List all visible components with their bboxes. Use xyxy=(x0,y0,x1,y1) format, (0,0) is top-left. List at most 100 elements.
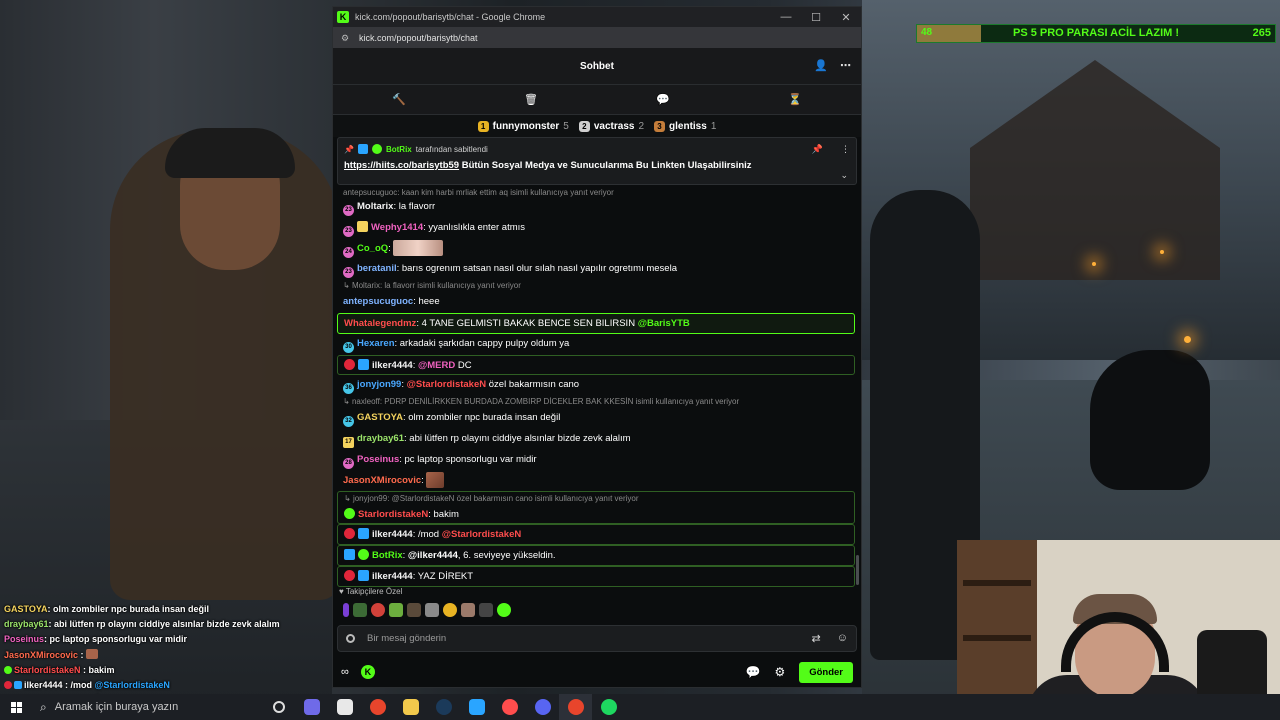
chat-message[interactable]: ilker4444: YAZ DİREKT xyxy=(337,565,855,587)
chrome-icon[interactable] xyxy=(361,694,394,720)
taskbar-search-placeholder[interactable]: Aramak için buraya yazın xyxy=(55,701,179,713)
chat-message[interactable]: BotRix: @ilker4444, 6. seviyeye yükseldi… xyxy=(337,545,855,566)
chat-username[interactable]: ilker4444 xyxy=(372,571,413,582)
chat-mention[interactable]: @MERD xyxy=(418,360,455,371)
chat-mention[interactable]: @BarisYTB xyxy=(638,318,690,329)
hourglass-icon[interactable]: ⏳ xyxy=(788,93,802,106)
maximize-icon[interactable]: ☐ xyxy=(801,11,831,24)
emote-icon[interactable] xyxy=(443,603,457,617)
message-input-placeholder[interactable]: Bir mesaj gönderin xyxy=(367,633,446,644)
discord-icon[interactable] xyxy=(526,694,559,720)
chat-username[interactable]: ilker4444 xyxy=(372,529,413,540)
chat-username[interactable]: Poseinus xyxy=(357,454,399,465)
ban-hammer-icon[interactable]: 🔨 xyxy=(392,93,406,106)
app-icon[interactable] xyxy=(460,694,493,720)
chat-popup-window[interactable]: K kick.com/popout/barisytb/chat - Google… xyxy=(332,6,862,688)
chat-message[interactable]: 23 Moltarix: la flavorr xyxy=(337,197,855,218)
chat-scrollbar[interactable] xyxy=(856,555,859,585)
chat-message[interactable]: antepsucuguoc: heee xyxy=(337,292,855,313)
chat-message-reply-group[interactable]: ↳ jonyjon99: @StarlordistakeN özel bakar… xyxy=(337,491,855,525)
chat-username[interactable]: GASTOYA xyxy=(357,412,403,423)
chat-message[interactable]: ilker4444: @MERD DC xyxy=(337,354,855,376)
chat-message[interactable]: 23 beratanil: barıs ogrenım satsan nasıl … xyxy=(337,259,855,280)
emoji-icon[interactable]: ☺ xyxy=(837,632,848,645)
gear-icon[interactable]: ⚙ xyxy=(774,665,785,679)
chat-username[interactable]: StarlordistakeN xyxy=(358,509,428,520)
leader-name[interactable]: vactrass xyxy=(594,121,635,132)
emote-icon[interactable] xyxy=(343,603,349,617)
leaderboard-entry[interactable]: 1 funnymonster 5 xyxy=(477,120,569,132)
chat-username[interactable]: antepsucuguoc xyxy=(343,296,413,307)
leader-name[interactable]: glentiss xyxy=(669,121,707,132)
pinned-message[interactable]: 📌 BotRix tarafından sabitlendi 📌 ⋮ https… xyxy=(337,137,857,185)
chat-message[interactable]: 30 Hexaren: arkadaki şarkıdan cappy pulpy… xyxy=(337,334,855,355)
window-titlebar[interactable]: K kick.com/popout/barisytb/chat - Google… xyxy=(333,7,861,27)
chat-message[interactable]: 28 Poseinus: pc laptop sponsorlugu var mi… xyxy=(337,450,855,471)
address-bar[interactable]: ⚙ kick.com/popout/barisytb/chat xyxy=(333,27,861,48)
emote-icon[interactable] xyxy=(371,603,385,617)
emote-icon[interactable] xyxy=(353,603,367,617)
emote-icon[interactable] xyxy=(407,603,421,617)
file-explorer-icon[interactable] xyxy=(394,694,427,720)
chat-message[interactable]: ilker4444: /mod @StarlordistakeN xyxy=(337,524,855,546)
chat-message-highlighted[interactable]: Whatalegendmz: 4 TANE GELMISTI BAKAK BEN… xyxy=(337,312,855,334)
pinned-by-user[interactable]: BotRix xyxy=(386,145,412,154)
unpin-icon[interactable]: 📌 xyxy=(812,144,823,155)
minimize-icon[interactable]: — xyxy=(771,11,801,24)
task-view-icon[interactable] xyxy=(262,694,295,720)
chevron-down-icon[interactable]: ⌄ xyxy=(840,170,848,181)
leader-name[interactable]: funnymonster xyxy=(493,121,560,132)
chat-mention[interactable]: @StarlordistakeN xyxy=(442,529,521,540)
chat-username[interactable]: BotRix xyxy=(372,550,403,561)
chat-mention[interactable]: @ilker4444 xyxy=(408,550,458,561)
more-options-icon[interactable]: ⋯ xyxy=(840,59,851,72)
chat-username[interactable]: Moltarix xyxy=(357,201,393,212)
translate-icon[interactable]: ⇄ xyxy=(812,632,821,645)
calculator-icon[interactable] xyxy=(328,694,361,720)
emote-icon[interactable] xyxy=(389,603,403,617)
trash-icon[interactable]: 🗑 xyxy=(524,93,538,106)
spotify-icon[interactable] xyxy=(592,694,625,720)
kick-points-icon[interactable]: K xyxy=(360,665,375,679)
chat-username[interactable]: jonyjon99 xyxy=(357,379,401,390)
chat-message[interactable]: 36 jonyjon99: @StarlordistakeN özel bakar… xyxy=(337,375,855,396)
message-input[interactable]: Bir mesaj gönderin ⇄ ☺ xyxy=(337,625,857,652)
chat-username[interactable]: Co_oQ xyxy=(357,243,388,254)
app-icon[interactable] xyxy=(493,694,526,720)
pinned-more-icon[interactable]: ⋮ xyxy=(841,144,850,155)
start-button[interactable] xyxy=(0,694,32,720)
chat-message[interactable]: 23 Wephy1414: yyanlıslıkla enter atmıs xyxy=(337,218,855,239)
emote-icon[interactable] xyxy=(461,603,475,617)
chat-message[interactable]: JasonXMirocovic: xyxy=(337,471,855,492)
app-icon[interactable] xyxy=(295,694,328,720)
chat-username[interactable]: draybay61 xyxy=(357,433,404,444)
chat-bubble-icon[interactable]: 💬 xyxy=(656,93,670,106)
chat-message[interactable]: 32 GASTOYA: olm zombiler npc burada insan… xyxy=(337,408,855,429)
chat-message[interactable]: 24 Co_oQ: xyxy=(337,239,855,260)
close-icon[interactable]: ✕ xyxy=(831,11,861,24)
chat-bubble-icon[interactable]: 💬 xyxy=(746,665,761,679)
leaderboard-entry[interactable]: 2 vactrass 2 xyxy=(578,120,644,132)
leaderboard-entry[interactable]: 3 glentiss 1 xyxy=(654,120,716,132)
chat-username[interactable]: Whatalegendmz xyxy=(344,318,416,329)
site-info-icon[interactable]: ⚙ xyxy=(341,33,351,43)
chat-mention[interactable]: @StarlordistakeN xyxy=(407,379,486,390)
chat-username[interactable]: Wephy1414 xyxy=(371,222,423,233)
chat-message[interactable]: 17 draybay61: abi lütfen rp olayını ciddi… xyxy=(337,429,855,450)
emote-icon[interactable] xyxy=(425,603,439,617)
chrome-active-icon[interactable] xyxy=(559,694,592,720)
emote-icon[interactable] xyxy=(479,603,493,617)
url-text[interactable]: kick.com/popout/barisytb/chat xyxy=(359,33,478,43)
infinity-icon[interactable]: ∞ xyxy=(341,666,349,678)
chat-username[interactable]: ilker4444 xyxy=(372,360,413,371)
taskbar-search[interactable]: ⌕ Aramak için buraya yazın xyxy=(32,694,262,720)
reply-toggle-icon[interactable] xyxy=(346,634,355,643)
send-button[interactable]: Gönder xyxy=(799,661,853,683)
chat-username[interactable]: Hexaren xyxy=(357,338,395,349)
pinned-link[interactable]: https://hiits.co/barisytb59 xyxy=(344,160,459,171)
emote-icon[interactable] xyxy=(497,603,511,617)
steam-icon[interactable] xyxy=(427,694,460,720)
chat-username[interactable]: beratanil xyxy=(357,263,397,274)
user-settings-icon[interactable]: 👤 xyxy=(814,59,828,72)
chat-username[interactable]: JasonXMirocovic xyxy=(343,475,421,486)
